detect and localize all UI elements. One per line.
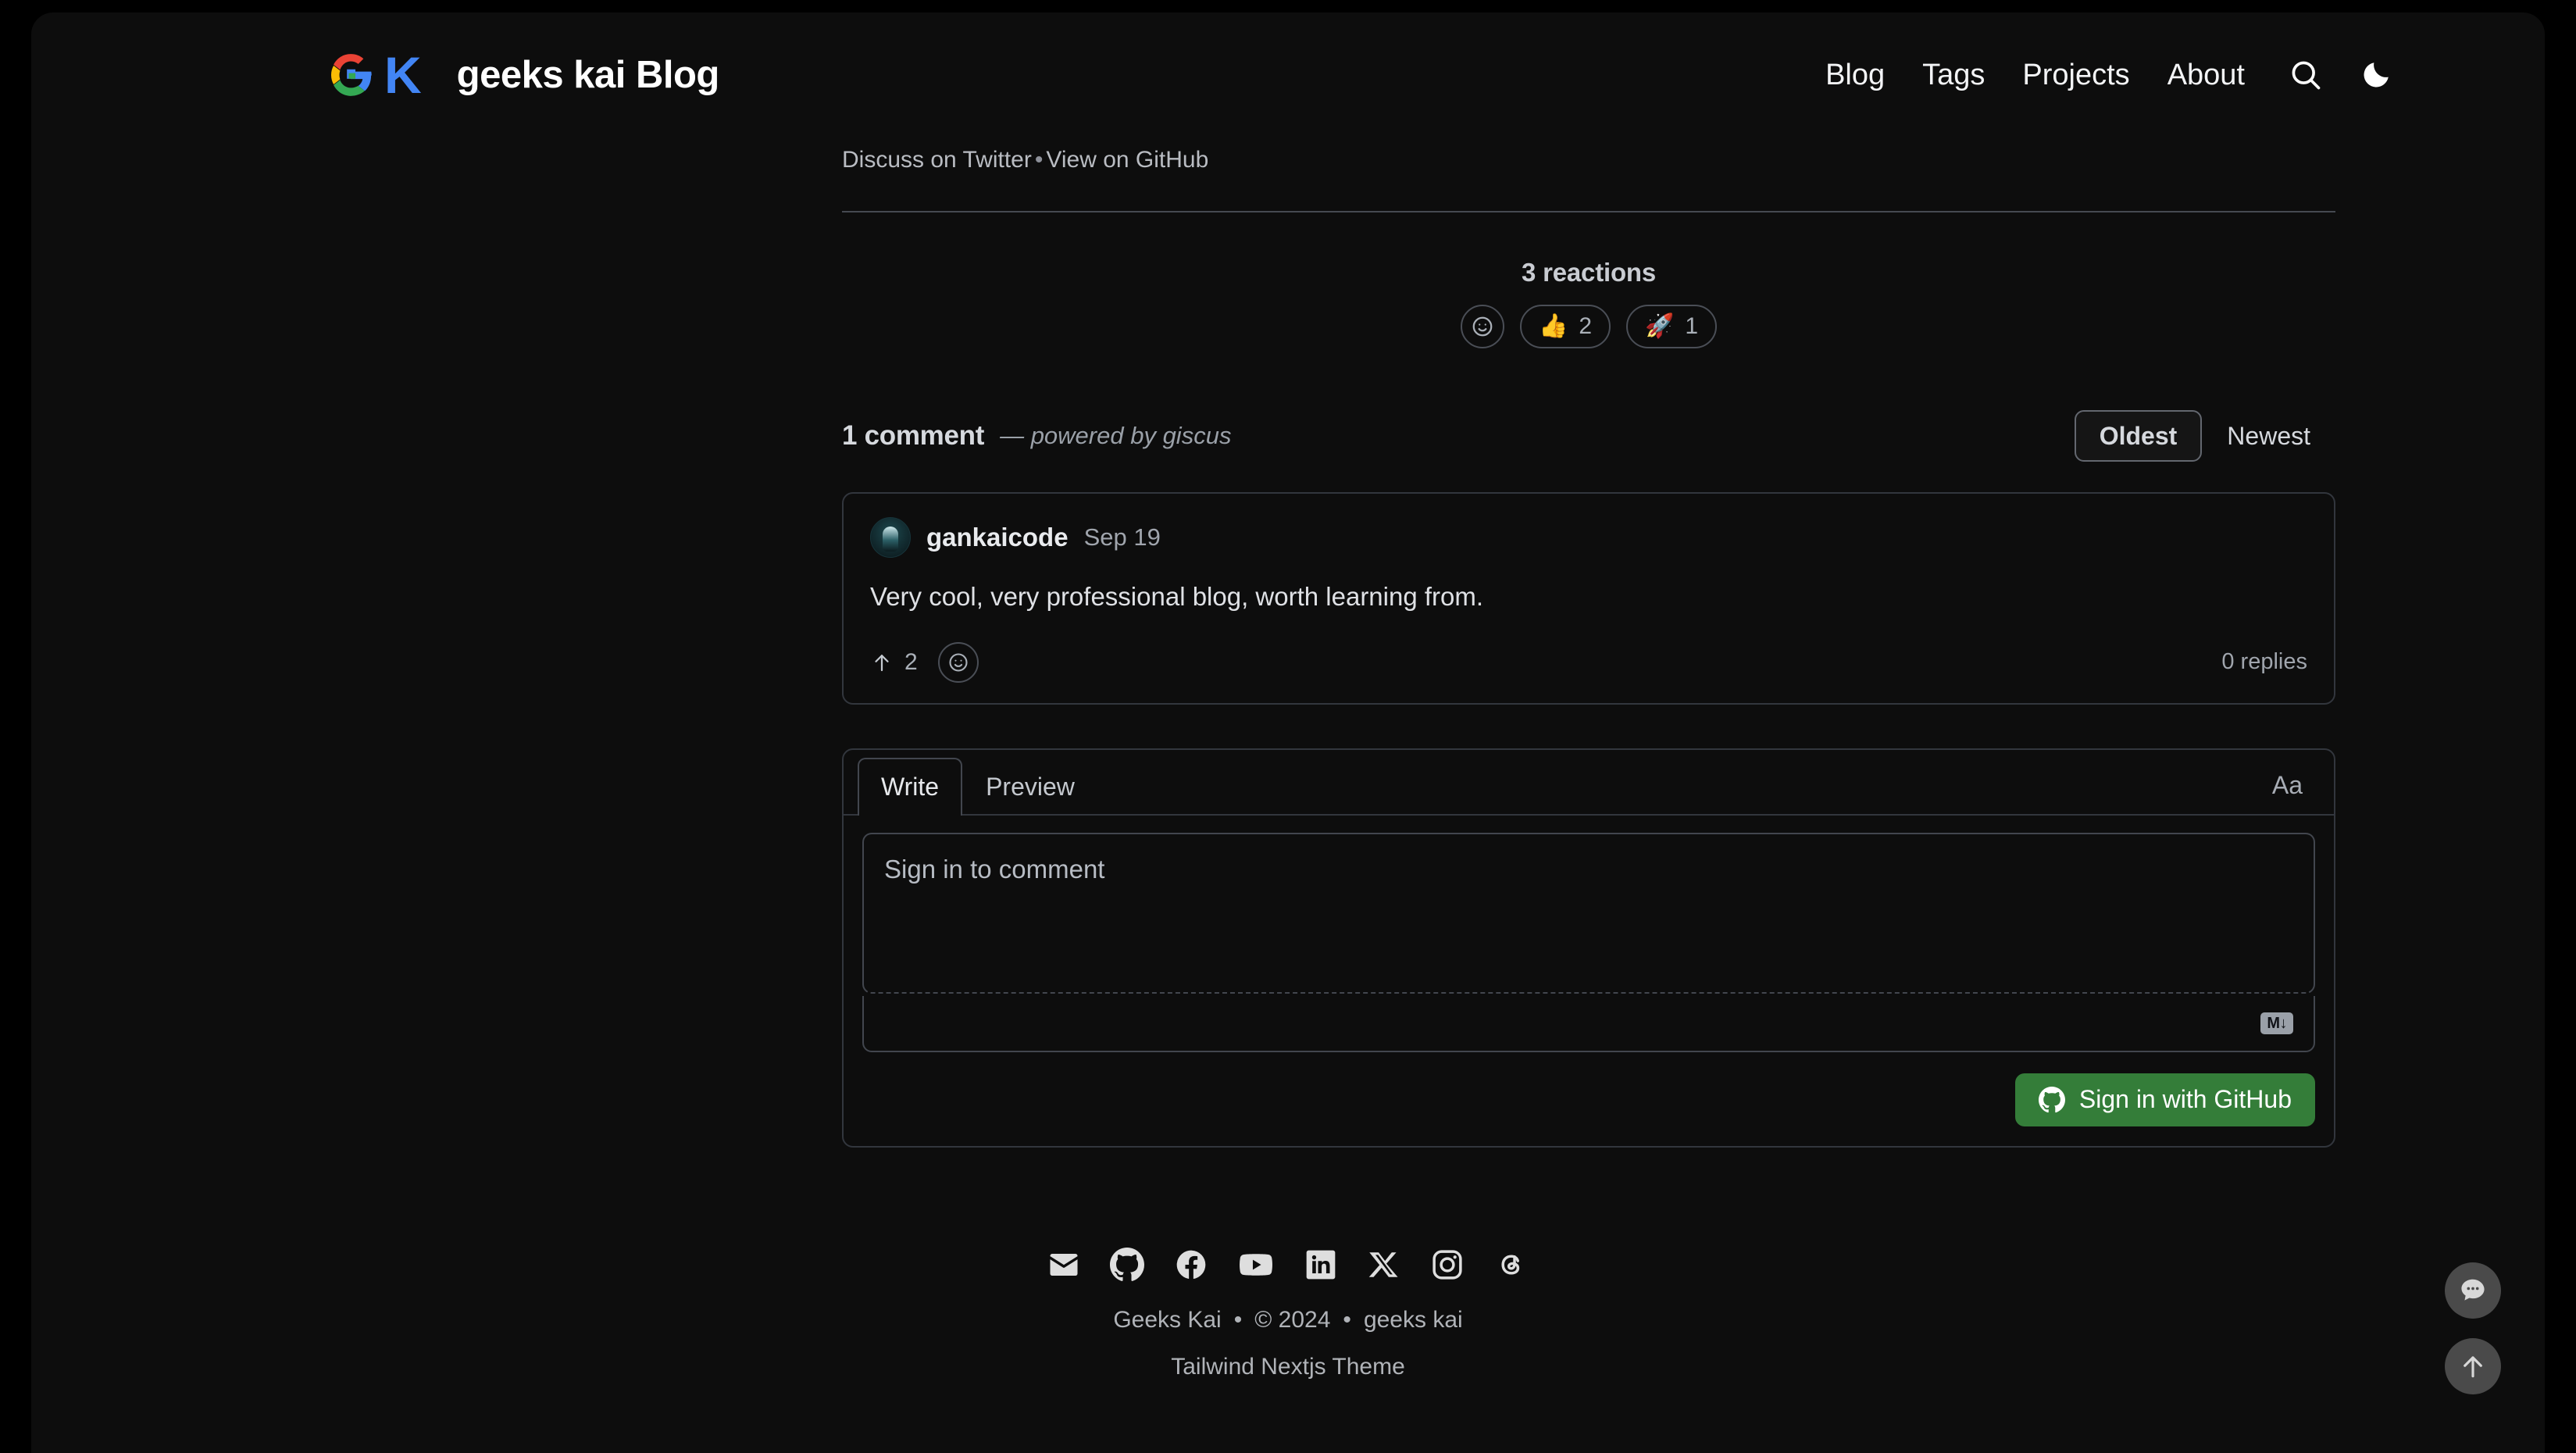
composer-tabs: Write Preview Aa [844,750,2334,816]
sort-newest-button[interactable]: Newest [2202,410,2335,462]
comment-body: Very cool, very professional blog, worth… [870,582,1484,611]
markdown-icon[interactable]: M↓ [2260,1012,2293,1034]
arrow-up-icon [875,654,889,671]
comment-author[interactable]: gankaicode [926,523,1069,552]
footer-copyright: © 2024 [1254,1307,1331,1333]
github-icon [1110,1248,1144,1281]
view-on-github-link[interactable]: View on GitHub [1046,147,1208,173]
composer-body [844,816,2334,998]
mail-link[interactable] [1047,1248,1080,1285]
footer-dot-1: • [1233,1307,1243,1333]
google-g-icon [330,54,372,96]
chat-widget-button[interactable] [2445,1262,2501,1319]
composer-actions: Sign in with GitHub [844,1054,2334,1146]
brand[interactable]: K geeks kai Blog [328,49,719,101]
comment-composer: Write Preview Aa M↓ Sign in with GitHub [842,748,2335,1148]
thumbs-up-count: 2 [1579,313,1592,339]
content-divider [842,211,2335,212]
instagram-icon [1432,1250,1462,1280]
comment-count: 1 comment [842,420,985,451]
footer-author[interactable]: geeks kai [1364,1307,1463,1333]
linkedin-link[interactable] [1304,1248,1338,1286]
threads-link[interactable] [1494,1248,1529,1286]
link-separator: • [1034,147,1044,173]
upvote-button[interactable]: 2 [870,649,918,676]
mail-icon [1050,1254,1078,1276]
github-link[interactable] [1110,1248,1144,1286]
comment-date: Sep 19 [1083,523,1161,551]
facebook-icon [1176,1250,1206,1280]
theme-toggle-button[interactable] [2348,47,2404,103]
threads-icon [1501,1255,1520,1275]
smiley-icon [949,653,968,672]
comment-header: gankaicode Sep 19 [870,517,2307,558]
comment-footer: 2 0 replies [870,641,2307,683]
comment-card: gankaicode Sep 19 Very cool, very profes… [842,492,2335,705]
rocket-count: 1 [1685,313,1699,339]
footer-credits: Geeks Kai • © 2024 • geeks kai [1113,1307,1462,1333]
markdown-hint-row: M↓ [862,995,2315,1052]
arrow-up-icon [2464,1356,2482,1378]
x-icon [1368,1252,1398,1277]
reactions-section: 3 reactions 👍 2 🚀 1 [842,258,2335,348]
browser-viewport: K geeks kai Blog Blog Tags Projects Abou… [31,12,2545,1453]
reaction-thumbs-up[interactable]: 👍 2 [1519,305,1611,348]
reaction-rocket[interactable]: 🚀 1 [1626,305,1718,348]
site-logo: K [328,46,422,104]
main-content: Discuss on Twitter • View on GitHub 3 reac… [842,12,2335,1148]
rocket-icon: 🚀 [1645,313,1675,339]
social-links [1047,1247,1529,1287]
sign-in-label: Sign in with GitHub [2078,1085,2292,1114]
comments-header: 1 comment — powered by giscus Oldest New… [842,408,2335,464]
comment-bubble-icon [2461,1279,2485,1301]
powered-by-label: — powered by giscus [1000,422,1232,449]
tab-preview[interactable]: Preview [962,758,1098,816]
post-links: Discuss on Twitter • View on GitHub [842,147,2335,173]
thumbs-up-icon: 👍 [1538,313,1568,339]
moon-icon [2364,62,2389,87]
scroll-to-top-button[interactable] [2445,1338,2501,1394]
add-reaction-button[interactable] [1460,305,1504,348]
comment-input[interactable] [862,832,2315,994]
sort-toggle: Oldest Newest [2074,410,2335,462]
avatar[interactable] [870,517,911,558]
instagram-link[interactable] [1430,1248,1465,1286]
logo-letter: K [384,46,422,104]
footer-site-name[interactable]: Geeks Kai [1113,1307,1221,1333]
sort-oldest-button[interactable]: Oldest [2074,410,2203,462]
sign-in-with-github-button[interactable]: Sign in with GitHub [2014,1073,2315,1126]
github-icon [2038,1086,2065,1113]
footer-theme-link[interactable]: Tailwind Nextjs Theme [1171,1354,1405,1380]
upvote-count: 2 [904,648,918,675]
youtube-icon [1240,1254,1272,1276]
replies-count[interactable]: 0 replies [2221,649,2307,675]
facebook-link[interactable] [1174,1248,1208,1286]
footer-dot-2: • [1343,1307,1351,1333]
site-title: geeks kai Blog [456,54,720,96]
tab-write[interactable]: Write [858,757,963,816]
reaction-row: 👍 2 🚀 1 [1460,305,1718,348]
linkedin-icon [1306,1250,1336,1280]
youtube-link[interactable] [1238,1247,1274,1287]
x-link[interactable] [1368,1248,1400,1285]
reactions-title: 3 reactions [1521,258,1657,287]
font-size-toggle[interactable]: Aa [2272,771,2320,800]
discuss-on-twitter-link[interactable]: Discuss on Twitter [842,147,1032,173]
comment-add-reaction-button[interactable] [937,641,979,683]
smiley-icon [1472,316,1493,337]
site-footer: Geeks Kai • © 2024 • geeks kai Tailwind … [31,1247,2545,1380]
